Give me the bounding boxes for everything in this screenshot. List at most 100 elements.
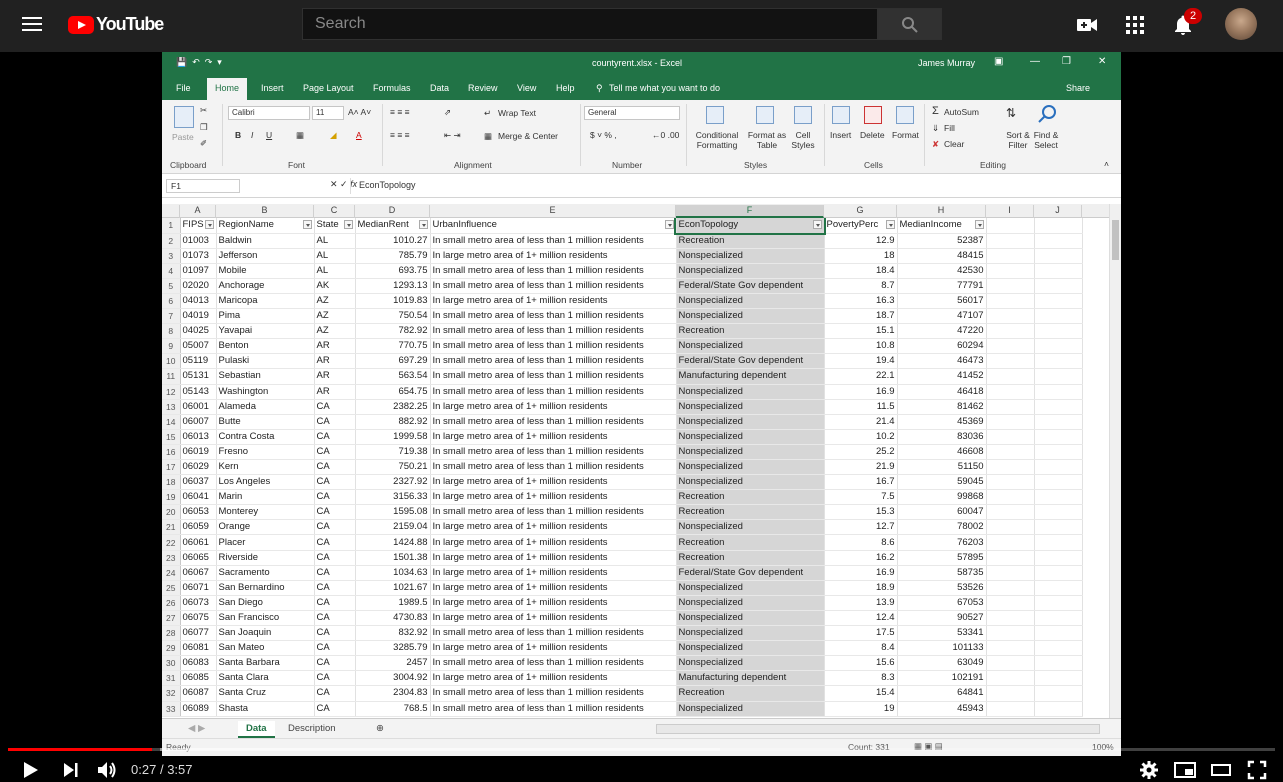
cell[interactable]: 2382.25: [355, 399, 431, 415]
cell[interactable]: 11.5: [824, 399, 898, 415]
cell[interactable]: 12.9: [824, 233, 898, 249]
cell[interactable]: [1034, 308, 1083, 325]
column-header-cell[interactable]: PovertyPerc: [824, 218, 898, 234]
cell[interactable]: 770.75: [355, 338, 431, 355]
cell[interactable]: In small metro area of less than 1 milli…: [430, 368, 677, 385]
cell[interactable]: [986, 670, 1035, 687]
number-format-select[interactable]: General: [584, 106, 680, 120]
cell[interactable]: [986, 534, 1035, 551]
cell[interactable]: In large metro area of 1+ million reside…: [430, 595, 677, 611]
column-header-cell[interactable]: EconTopology: [674, 215, 826, 236]
cell[interactable]: In small metro area of less than 1 milli…: [430, 459, 677, 476]
cell[interactable]: [986, 595, 1035, 611]
cell[interactable]: Contra Costa: [216, 429, 315, 445]
minimize-icon[interactable]: —: [1030, 56, 1040, 67]
cell[interactable]: 64841: [897, 685, 987, 702]
cell[interactable]: [1034, 504, 1083, 521]
row-number[interactable]: 20: [162, 504, 181, 521]
cell[interactable]: 7.5: [824, 489, 898, 506]
filter-dropdown-icon[interactable]: [302, 220, 312, 230]
cell[interactable]: [986, 550, 1035, 566]
cell[interactable]: Manufacturing dependent: [676, 670, 825, 687]
column-header-b[interactable]: B: [216, 205, 314, 218]
collapse-ribbon-icon[interactable]: ˄: [1104, 159, 1109, 169]
cell[interactable]: Pulaski: [216, 353, 315, 370]
tab-data[interactable]: Data: [430, 83, 449, 93]
column-header-g[interactable]: G: [824, 205, 897, 218]
cell[interactable]: 719.38: [355, 444, 431, 461]
cell[interactable]: CA: [314, 655, 356, 672]
cell[interactable]: Alameda: [216, 399, 315, 415]
cell[interactable]: Los Angeles: [216, 474, 315, 491]
cell[interactable]: [986, 565, 1035, 581]
cell[interactable]: 06071: [180, 580, 217, 596]
cell[interactable]: [1034, 550, 1083, 566]
cell[interactable]: 654.75: [355, 384, 431, 400]
select-all-corner[interactable]: [162, 205, 180, 218]
cell[interactable]: Sacramento: [216, 565, 315, 581]
cell[interactable]: 06059: [180, 519, 217, 536]
cell[interactable]: [986, 384, 1035, 400]
tab-help[interactable]: Help: [556, 83, 575, 93]
font-size-select[interactable]: 11: [312, 106, 344, 120]
cell[interactable]: 58735: [897, 565, 987, 581]
cell-styles-icon[interactable]: [794, 106, 812, 124]
cell[interactable]: CA: [314, 429, 356, 445]
cell[interactable]: 06065: [180, 550, 217, 566]
row-number[interactable]: 14: [162, 414, 181, 430]
cell[interactable]: In large metro area of 1+ million reside…: [430, 399, 677, 415]
cell[interactable]: Nonspecialized: [676, 595, 825, 611]
cell[interactable]: [986, 519, 1035, 536]
filter-dropdown-icon[interactable]: [418, 220, 428, 230]
restore-icon[interactable]: ❐: [1062, 56, 1071, 67]
cell[interactable]: Santa Cruz: [216, 685, 315, 702]
cell[interactable]: [986, 308, 1035, 325]
cell[interactable]: Nonspecialized: [676, 474, 825, 491]
cell[interactable]: 57895: [897, 550, 987, 566]
cell[interactable]: Nonspecialized: [676, 444, 825, 461]
cell[interactable]: CA: [314, 640, 356, 657]
column-header-e[interactable]: E: [430, 205, 676, 218]
settings-gear-icon[interactable]: [1139, 760, 1159, 780]
cell[interactable]: 19.4: [824, 353, 898, 370]
cell[interactable]: CA: [314, 701, 356, 717]
cell[interactable]: 77791: [897, 278, 987, 294]
close-icon[interactable]: ✕: [1098, 56, 1106, 67]
cell[interactable]: In small metro area of less than 1 milli…: [430, 655, 677, 672]
vertical-scrollbar[interactable]: [1109, 204, 1121, 718]
cell[interactable]: 3004.92: [355, 670, 431, 687]
cell[interactable]: CA: [314, 414, 356, 430]
cell[interactable]: Recreation: [676, 323, 825, 340]
share-button[interactable]: Share: [1066, 83, 1090, 93]
filter-dropdown-icon[interactable]: [664, 220, 674, 230]
cell[interactable]: [986, 233, 1035, 249]
row-number[interactable]: 24: [162, 565, 181, 581]
cell[interactable]: AZ: [314, 308, 356, 325]
cell[interactable]: San Bernardino: [216, 580, 315, 596]
cell[interactable]: 52387: [897, 233, 987, 249]
cell[interactable]: In small metro area of less than 1 milli…: [430, 353, 677, 370]
cell[interactable]: [1034, 384, 1083, 400]
cell[interactable]: [1034, 368, 1083, 385]
format-as-table-icon[interactable]: [756, 106, 774, 124]
cell[interactable]: [1034, 565, 1083, 581]
column-header-cell[interactable]: RegionName: [216, 218, 315, 234]
cell[interactable]: 06067: [180, 565, 217, 581]
cell[interactable]: 05143: [180, 384, 217, 400]
quick-access-save-icon[interactable]: 💾 ↶ ↷ ▾: [176, 57, 222, 68]
cell[interactable]: 785.79: [355, 248, 431, 264]
cell[interactable]: 46418: [897, 384, 987, 400]
cell[interactable]: [1034, 580, 1083, 596]
cell[interactable]: [986, 248, 1035, 264]
cell[interactable]: Santa Barbara: [216, 655, 315, 672]
cell[interactable]: 06081: [180, 640, 217, 657]
cell[interactable]: CA: [314, 595, 356, 611]
cell[interactable]: [1034, 640, 1083, 657]
cell[interactable]: Recreation: [676, 489, 825, 506]
cell[interactable]: 15.1: [824, 323, 898, 340]
cell[interactable]: In small metro area of less than 1 milli…: [430, 308, 677, 325]
cell[interactable]: 4730.83: [355, 610, 431, 627]
cell[interactable]: 02020: [180, 278, 217, 294]
cell[interactable]: [986, 368, 1035, 385]
cell[interactable]: 693.75: [355, 263, 431, 279]
